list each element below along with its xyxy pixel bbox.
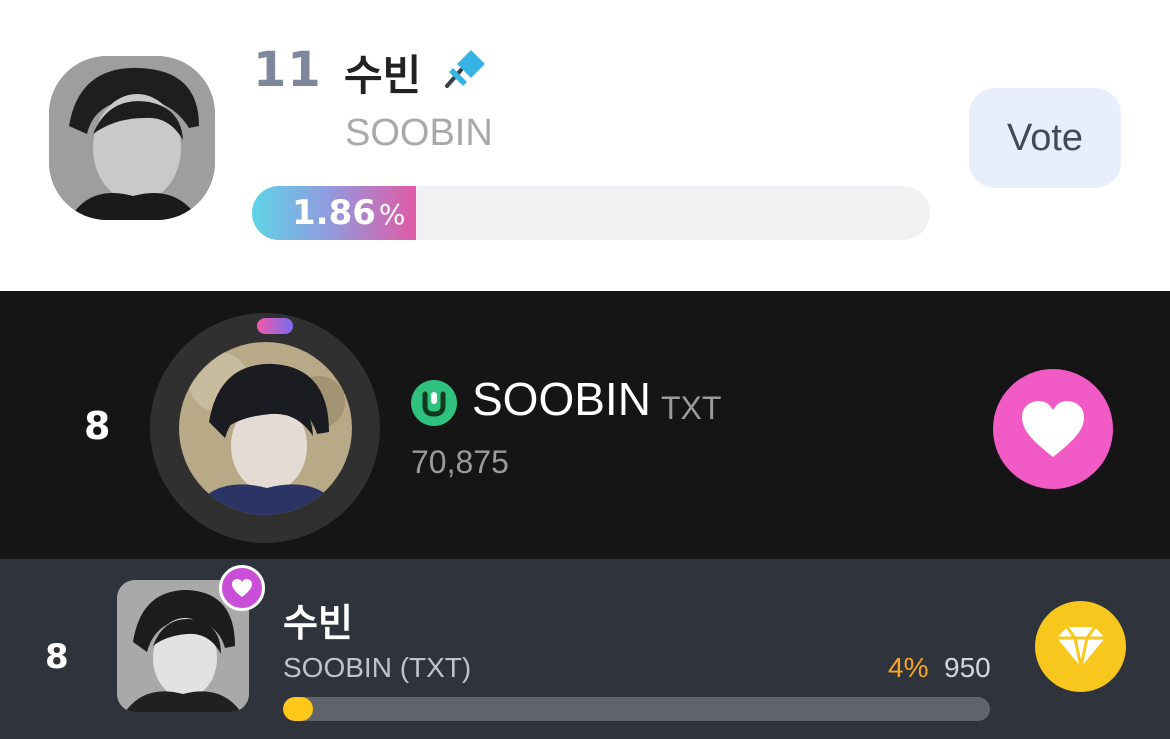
entry-card-3: 8 수빈 SOOBIN (TXT) 4% 950 [0, 559, 1170, 739]
app-badge-icon [411, 380, 457, 426]
ring-indicator [257, 318, 293, 334]
vote-percent-value: 1.86 [292, 193, 376, 233]
vote-percent-sign: % [378, 198, 406, 231]
vote-percent: 4% [888, 652, 929, 683]
avatar[interactable] [49, 56, 215, 220]
artist-name-korean: 수빈 [283, 601, 353, 645]
vote-progress-fill [283, 697, 313, 721]
artist-name-english: SOOBIN (TXT) [283, 652, 472, 683]
avatar-photo [49, 56, 215, 220]
heart-icon [1022, 401, 1084, 457]
pushpin-icon[interactable] [441, 46, 489, 90]
artist-name-english: SOOBIN [345, 112, 493, 154]
rank-number: 11 [253, 42, 322, 98]
vote-percent: 1.86% [292, 193, 406, 233]
vote-button[interactable]: Vote [969, 88, 1121, 188]
artist-name-korean: 수빈 [344, 51, 422, 100]
vote-progress-track [283, 697, 990, 721]
diamond-vote-button[interactable] [1035, 601, 1126, 692]
artist-name: SOOBIN [472, 373, 651, 425]
favorite-badge [219, 565, 265, 611]
artist-group: TXT [661, 390, 722, 426]
avatar-photo [179, 342, 352, 515]
vote-count: 70,875 [411, 444, 509, 480]
vote-count: 950 [944, 652, 991, 683]
heart-vote-button[interactable] [993, 369, 1113, 489]
rank-number: 8 [45, 637, 69, 677]
heart-badge-icon [232, 579, 252, 597]
rank-number-2: 8 [84, 404, 111, 448]
avatar[interactable] [179, 342, 352, 515]
entry-card-1: 11 수빈 SOOBIN 1.86% Vote [0, 0, 1170, 291]
diamond-icon [1056, 625, 1105, 667]
